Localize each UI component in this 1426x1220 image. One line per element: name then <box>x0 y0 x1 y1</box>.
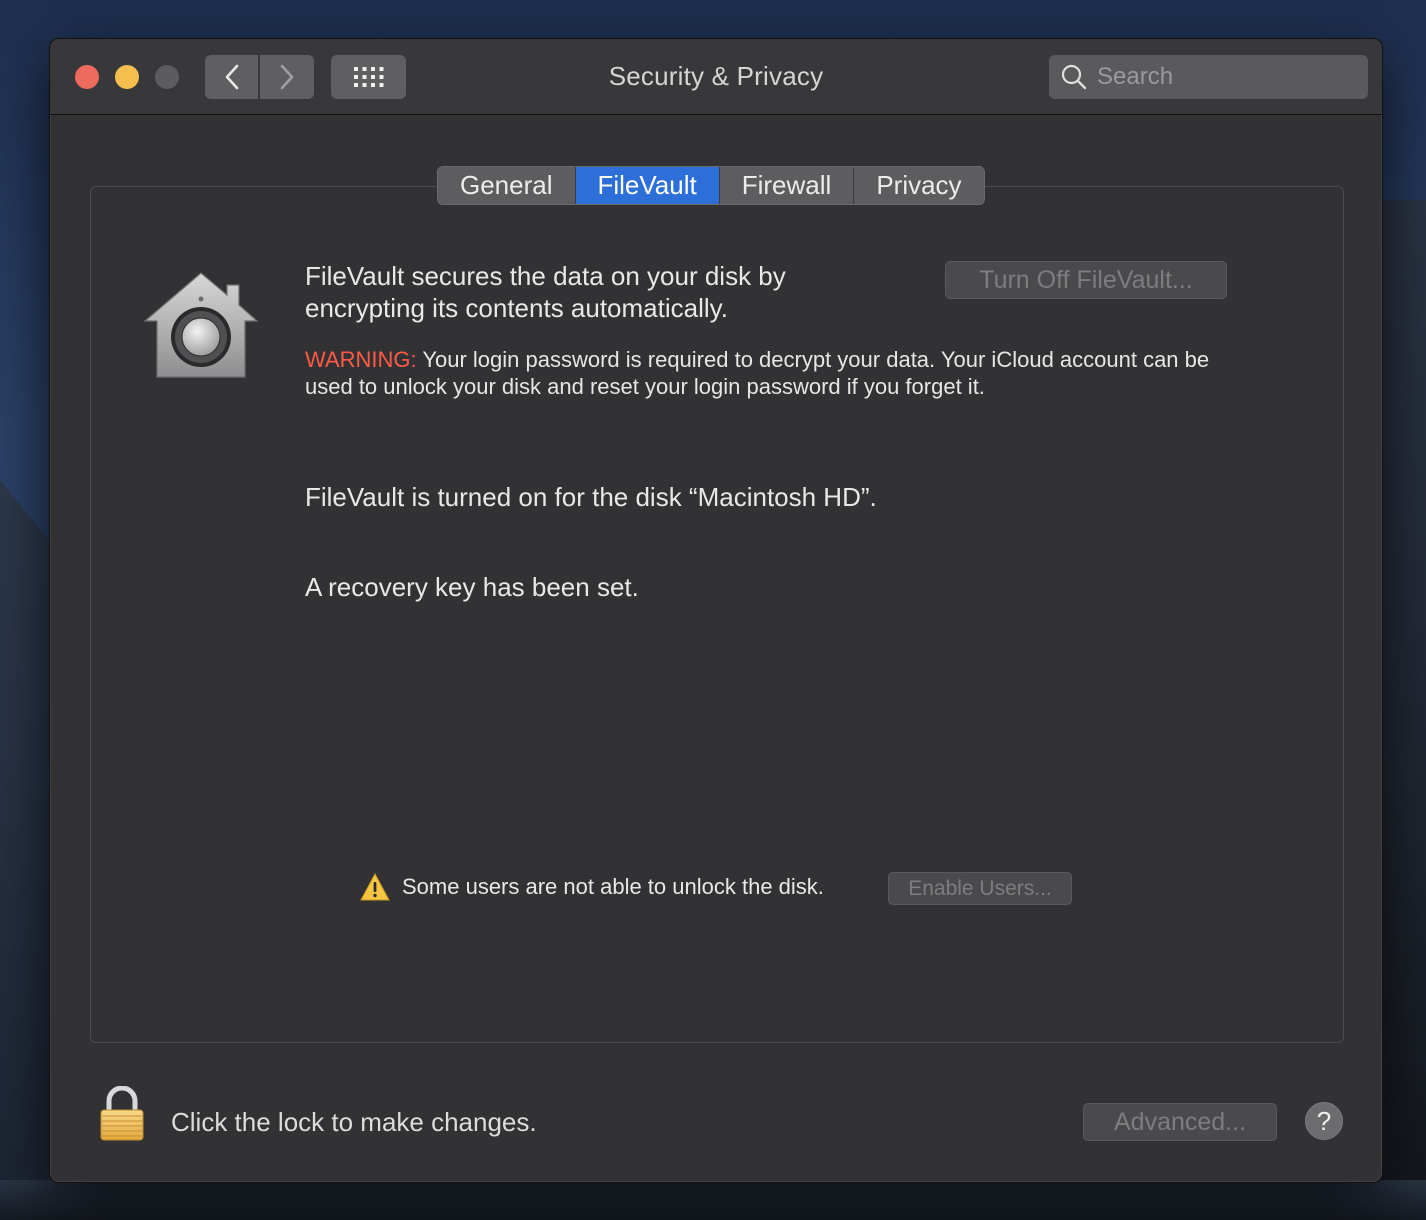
warning-label: WARNING: <box>305 347 417 372</box>
tab-general[interactable]: General <box>438 167 576 204</box>
tab-bar: General FileVault Firewall Privacy <box>437 166 985 205</box>
filevault-disk-status: FileVault is turned on for the disk “Mac… <box>305 482 877 512</box>
search-icon <box>1061 64 1087 90</box>
lock-instructions: Click the lock to make changes. <box>171 1107 537 1137</box>
users-alert-text: Some users are not able to unlock the di… <box>402 874 824 899</box>
turn-off-filevault-button[interactable]: Turn Off FileVault... <box>945 261 1227 299</box>
lock-icon[interactable] <box>99 1086 145 1142</box>
enable-users-button[interactable]: Enable Users... <box>888 872 1072 905</box>
filevault-house-icon <box>143 272 259 378</box>
tab-filevault[interactable]: FileVault <box>575 167 720 204</box>
help-button[interactable]: ? <box>1305 1102 1343 1140</box>
advanced-button[interactable]: Advanced... <box>1083 1103 1277 1141</box>
users-alert: Some users are not able to unlock the di… <box>360 873 824 901</box>
tab-firewall[interactable]: Firewall <box>719 167 855 204</box>
recovery-key-status: A recovery key has been set. <box>305 572 639 602</box>
warning-message: WARNING: Your login password is required… <box>305 346 1225 400</box>
titlebar: Security & Privacy <box>50 39 1382 115</box>
warning-text: Your login password is required to decry… <box>305 347 1210 399</box>
desktop-wallpaper-bottom <box>0 1180 1426 1220</box>
tab-privacy[interactable]: Privacy <box>854 167 984 204</box>
preferences-window: Security & Privacy General FileVault Fir… <box>49 38 1383 1183</box>
filevault-description: FileVault secures the data on your disk … <box>305 261 786 323</box>
warning-triangle-icon <box>360 873 390 901</box>
search-input[interactable] <box>1097 63 1347 91</box>
search-field[interactable] <box>1049 55 1368 99</box>
